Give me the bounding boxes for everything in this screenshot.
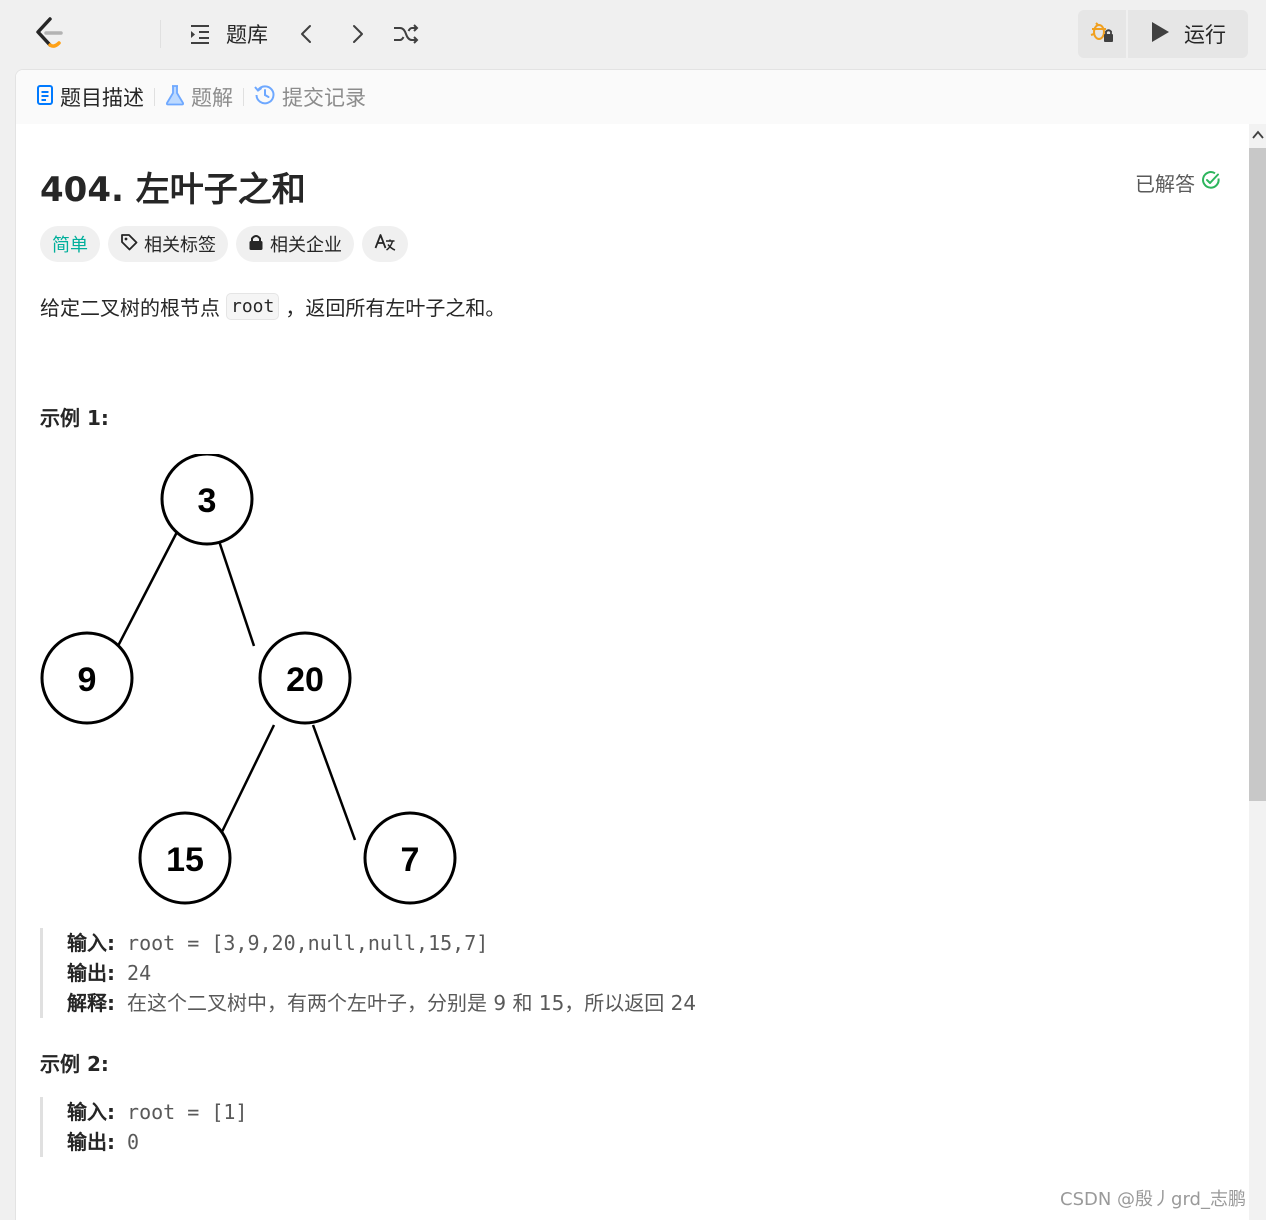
scrollbar-thumb[interactable]: [1249, 148, 1266, 801]
list-indent-icon: [188, 22, 212, 46]
description-text: ，返回所有左叶子之和。: [285, 296, 506, 320]
related-companies-label: 相关企业: [270, 235, 342, 256]
bug-lock-icon: [1089, 19, 1115, 49]
panel-tabs: 题目描述 题解 提交记录: [16, 70, 1266, 124]
binary-tree-diagram: 3 9 20 15 7: [40, 454, 457, 905]
run-controls: 运行: [1078, 10, 1248, 58]
tab-separator: [154, 88, 155, 106]
output-value: 0: [127, 1130, 140, 1154]
top-navbar: 题库 运行: [0, 0, 1266, 68]
tree-edge: [116, 531, 179, 647]
related-companies-button[interactable]: 相关企业: [236, 226, 354, 262]
chevron-right-icon: [346, 23, 368, 45]
difficulty-badge: 简单: [40, 226, 100, 262]
translate-icon: [374, 232, 396, 257]
flask-icon: [165, 84, 185, 111]
play-icon: [1150, 21, 1170, 48]
debug-button[interactable]: [1078, 10, 1126, 58]
solved-label: 已解答: [1135, 172, 1195, 196]
input-value: root = [1]: [127, 1100, 248, 1124]
run-button[interactable]: 运行: [1128, 10, 1248, 58]
history-icon: [254, 84, 276, 111]
inline-code: root: [226, 293, 280, 320]
example-1-input-line: 输入: root = [3,9,20,null,null,15,7]: [67, 928, 696, 958]
tree-node-label: 7: [401, 841, 420, 879]
tree-node-label: 15: [166, 841, 204, 879]
run-label: 运行: [1184, 23, 1226, 47]
check-circle-icon: [1201, 170, 1221, 195]
output-value: 24: [127, 961, 152, 985]
chevron-left-icon: [296, 23, 318, 45]
tree-edge: [216, 724, 276, 841]
solved-status: 已解答: [1135, 168, 1221, 197]
description-text: 给定二叉树的根节点: [40, 296, 220, 320]
lock-icon: [248, 233, 264, 256]
example-1-explain-line: 解释: 在这个二叉树中，有两个左叶子，分别是 9 和 15，所以返回 24: [67, 988, 696, 1018]
input-value: root = [3,9,20,null,null,15,7]: [127, 931, 489, 955]
example-2-output-line: 输出: 0: [67, 1127, 247, 1157]
explain-value: 在这个二叉树中，有两个左叶子，分别是 9 和 15，所以返回 24: [127, 991, 697, 1015]
next-problem-button[interactable]: [346, 18, 368, 50]
scroll-up-arrow-icon[interactable]: [1249, 124, 1266, 146]
input-label: 输入:: [67, 931, 115, 955]
tab-description[interactable]: 题目描述: [36, 82, 154, 112]
tree-edge: [214, 531, 256, 647]
problem-title: 404. 左叶子之和: [40, 170, 306, 210]
input-label: 输入:: [67, 1100, 115, 1124]
tab-description-label: 题目描述: [60, 86, 144, 110]
navbar-divider: [160, 20, 161, 48]
related-tags-button[interactable]: 相关标签: [108, 226, 228, 262]
tag-icon: [120, 233, 138, 256]
tab-submissions-label: 提交记录: [282, 86, 366, 110]
tree-edge: [311, 724, 357, 841]
prev-problem-button[interactable]: [296, 18, 318, 50]
problem-list-label: 题库: [226, 23, 268, 47]
output-label: 输出:: [67, 961, 115, 985]
problem-description: 给定二叉树的根节点 root ，返回所有左叶子之和。: [40, 292, 505, 321]
description-panel: 题目描述 题解 提交记录 404. 左叶子之和 已解答 简单 相关标签 相关企业…: [15, 69, 1266, 1220]
tab-solutions[interactable]: 题解: [165, 82, 243, 112]
explain-label: 解释:: [67, 991, 115, 1015]
random-problem-button[interactable]: [392, 18, 420, 50]
output-label: 输出:: [67, 1130, 115, 1154]
tab-separator: [243, 88, 244, 106]
example-1-output-line: 输出: 24: [67, 958, 696, 988]
tab-solutions-label: 题解: [191, 86, 233, 110]
example-2-title: 示例 2:: [40, 1052, 109, 1076]
problem-tags: 简单 相关标签 相关企业: [40, 226, 408, 262]
problem-list-button[interactable]: 题库: [188, 18, 268, 50]
tree-node-label: 9: [78, 661, 97, 699]
example-2-block: 输入: root = [1] 输出: 0: [40, 1097, 247, 1157]
example-2-input-line: 输入: root = [1]: [67, 1097, 247, 1127]
tab-submissions[interactable]: 提交记录: [254, 82, 376, 112]
example-1-title: 示例 1:: [40, 406, 109, 430]
example-1-block: 输入: root = [3,9,20,null,null,15,7] 输出: 2…: [40, 928, 696, 1018]
shuffle-icon: [392, 22, 420, 46]
related-tags-label: 相关标签: [144, 235, 216, 256]
description-icon: [36, 84, 54, 111]
watermark: CSDN @殷丿grd_志鹏: [1060, 1189, 1246, 1210]
tree-node-label: 3: [198, 482, 217, 520]
translate-button[interactable]: [362, 226, 408, 262]
tree-node-label: 20: [286, 661, 324, 699]
leetcode-logo-icon[interactable]: [32, 16, 66, 50]
